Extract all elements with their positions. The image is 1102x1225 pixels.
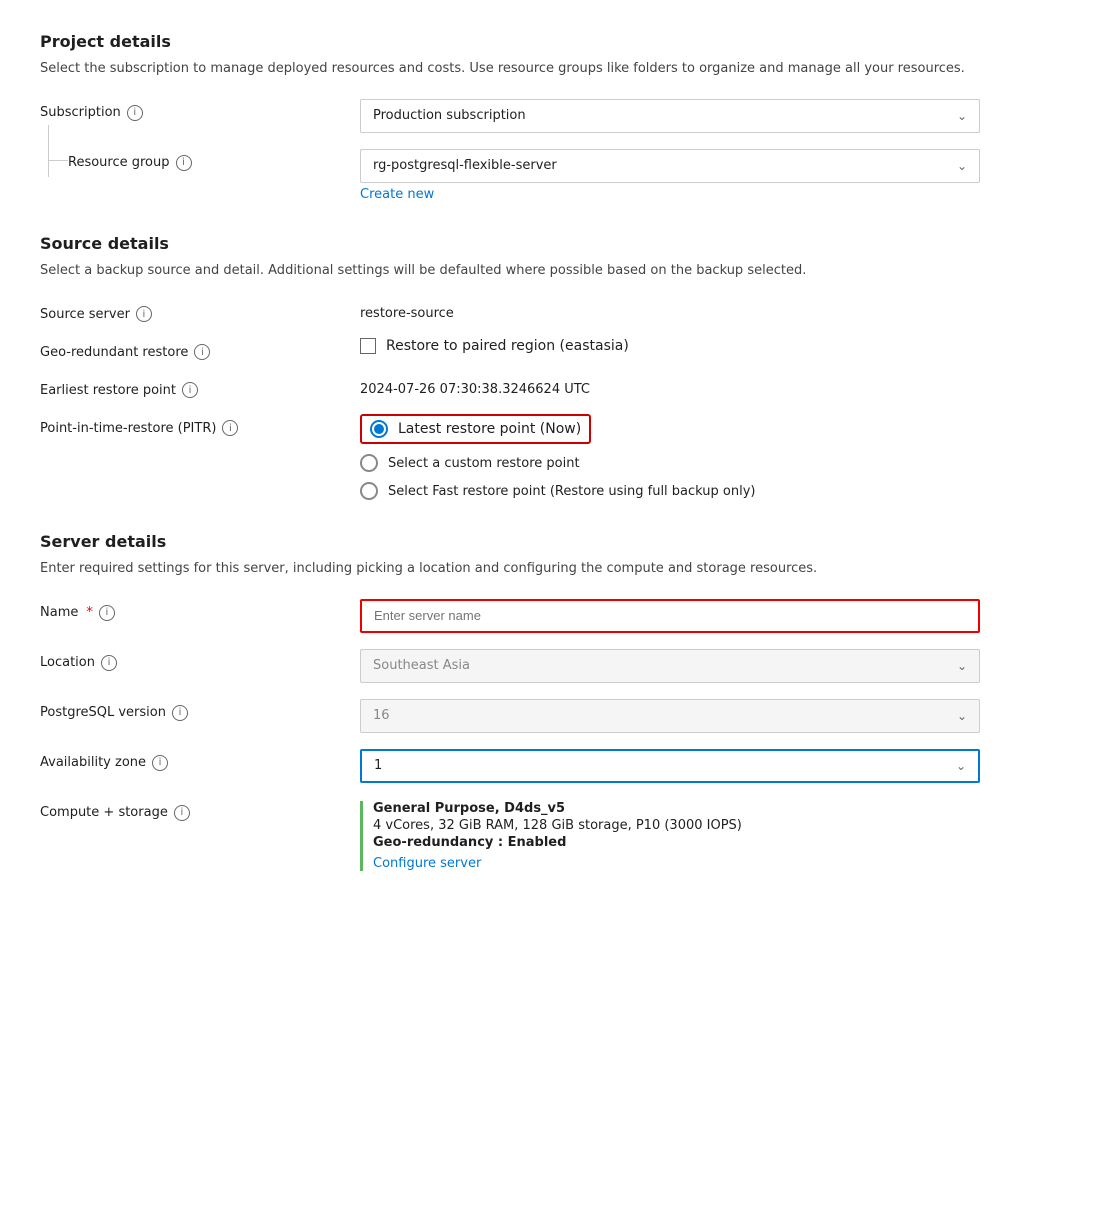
resource-group-chevron-icon: ⌄ <box>957 159 967 173</box>
compute-storage-label: Compute + storage i <box>40 799 360 821</box>
project-details-desc: Select the subscription to manage deploy… <box>40 59 1062 79</box>
availability-zone-row: Availability zone i 1 ⌄ <box>40 749 1062 783</box>
pitr-option-custom-label: Select a custom restore point <box>388 456 580 471</box>
geo-redundancy-value: Geo-redundancy : Enabled <box>373 835 566 850</box>
resource-group-row: Resource group i rg-postgresql-flexible-… <box>40 149 1062 202</box>
configure-server-link[interactable]: Configure server <box>373 856 481 871</box>
subscription-row: Subscription i Production subscription ⌄ <box>40 99 1062 133</box>
location-select-value: Southeast Asia <box>373 658 470 673</box>
subscription-select[interactable]: Production subscription ⌄ <box>360 99 980 133</box>
availability-zone-label: Availability zone i <box>40 749 360 771</box>
compute-storage-details: General Purpose, D4ds_v5 4 vCores, 32 Gi… <box>360 801 1062 871</box>
pitr-option-custom-radio[interactable] <box>360 454 378 472</box>
create-new-link[interactable]: Create new <box>360 187 434 202</box>
location-info-icon[interactable]: i <box>101 655 117 671</box>
server-details-title: Server details <box>40 532 1062 551</box>
compute-tier: General Purpose, D4ds_v5 <box>373 801 1062 816</box>
postgresql-version-row: PostgreSQL version i 16 ⌄ <box>40 699 1062 733</box>
compute-storage-info-icon[interactable]: i <box>174 805 190 821</box>
name-required-star: * <box>86 605 93 620</box>
earliest-restore-label: Earliest restore point i <box>40 376 360 398</box>
name-label: Name * i <box>40 599 360 621</box>
pitr-option-latest-radio-inner <box>374 424 384 434</box>
geo-redundant-checkbox-label: Restore to paired region (eastasia) <box>386 338 629 354</box>
source-server-control: restore-source <box>360 300 1062 321</box>
pitr-control: Latest restore point (Now) Select a cust… <box>360 414 1062 500</box>
name-row: Name * i <box>40 599 1062 633</box>
availability-zone-chevron-icon: ⌄ <box>956 759 966 773</box>
project-details-section: Project details Select the subscription … <box>40 32 1062 202</box>
postgresql-version-select-value: 16 <box>373 708 390 723</box>
pitr-label: Point-in-time-restore (PITR) i <box>40 414 360 436</box>
compute-storage-row: Compute + storage i General Purpose, D4d… <box>40 799 1062 871</box>
pitr-option-fast-label: Select Fast restore point (Restore using… <box>388 484 756 499</box>
geo-redundant-label: Geo-redundant restore i <box>40 338 360 360</box>
resource-group-select-value: rg-postgresql-flexible-server <box>373 158 557 173</box>
pitr-option-fast-radio[interactable] <box>360 482 378 500</box>
geo-redundant-control: Restore to paired region (eastasia) <box>360 338 1062 354</box>
server-details-desc: Enter required settings for this server,… <box>40 559 1062 579</box>
name-info-icon[interactable]: i <box>99 605 115 621</box>
name-input[interactable] <box>360 599 980 633</box>
compute-storage-control: General Purpose, D4ds_v5 4 vCores, 32 Gi… <box>360 799 1062 871</box>
resource-group-info-icon[interactable]: i <box>176 155 192 171</box>
compute-desc: 4 vCores, 32 GiB RAM, 128 GiB storage, P… <box>373 818 1062 833</box>
name-control <box>360 599 1062 633</box>
postgresql-version-select[interactable]: 16 ⌄ <box>360 699 980 733</box>
geo-redundant-row: Geo-redundant restore i Restore to paire… <box>40 338 1062 360</box>
source-server-label: Source server i <box>40 300 360 322</box>
earliest-restore-info-icon[interactable]: i <box>182 382 198 398</box>
postgresql-version-label: PostgreSQL version i <box>40 699 360 721</box>
earliest-restore-control: 2024-07-26 07:30:38.3246624 UTC <box>360 376 1062 397</box>
subscription-info-icon[interactable]: i <box>127 105 143 121</box>
geo-redundancy: Geo-redundancy : Enabled <box>373 835 1062 850</box>
availability-zone-info-icon[interactable]: i <box>152 755 168 771</box>
source-server-info-icon[interactable]: i <box>136 306 152 322</box>
postgresql-version-chevron-icon: ⌄ <box>957 709 967 723</box>
subscription-chevron-icon: ⌄ <box>957 109 967 123</box>
source-details-title: Source details <box>40 234 1062 253</box>
pitr-row: Point-in-time-restore (PITR) i Latest re… <box>40 414 1062 500</box>
subscription-label: Subscription i <box>40 99 360 121</box>
source-server-row: Source server i restore-source <box>40 300 1062 322</box>
pitr-radio-group: Latest restore point (Now) Select a cust… <box>360 414 1062 500</box>
availability-zone-select[interactable]: 1 ⌄ <box>360 749 980 783</box>
location-select[interactable]: Southeast Asia ⌄ <box>360 649 980 683</box>
source-details-section: Source details Select a backup source an… <box>40 234 1062 501</box>
resource-group-select[interactable]: rg-postgresql-flexible-server ⌄ <box>360 149 980 183</box>
postgresql-version-control: 16 ⌄ <box>360 699 1062 733</box>
pitr-option-custom-row[interactable]: Select a custom restore point <box>360 454 1062 472</box>
postgresql-version-info-icon[interactable]: i <box>172 705 188 721</box>
subscription-control: Production subscription ⌄ <box>360 99 1062 133</box>
pitr-option-latest-radio[interactable] <box>370 420 388 438</box>
earliest-restore-row: Earliest restore point i 2024-07-26 07:3… <box>40 376 1062 398</box>
location-control: Southeast Asia ⌄ <box>360 649 1062 683</box>
subscription-select-value: Production subscription <box>373 108 526 123</box>
server-details-section: Server details Enter required settings f… <box>40 532 1062 871</box>
geo-redundant-info-icon[interactable]: i <box>194 344 210 360</box>
geo-redundant-checkbox[interactable] <box>360 338 376 354</box>
source-server-value: restore-source <box>360 300 1062 321</box>
project-details-title: Project details <box>40 32 1062 51</box>
resource-group-label: Resource group i <box>40 149 360 171</box>
geo-redundant-checkbox-row: Restore to paired region (eastasia) <box>360 338 1062 354</box>
location-row: Location i Southeast Asia ⌄ <box>40 649 1062 683</box>
pitr-option-latest-label: Latest restore point (Now) <box>398 421 581 437</box>
pitr-option-latest-container[interactable]: Latest restore point (Now) <box>360 414 591 444</box>
pitr-option-fast-row[interactable]: Select Fast restore point (Restore using… <box>360 482 1062 500</box>
source-details-desc: Select a backup source and detail. Addit… <box>40 261 1062 281</box>
pitr-info-icon[interactable]: i <box>222 420 238 436</box>
location-chevron-icon: ⌄ <box>957 659 967 673</box>
availability-zone-control: 1 ⌄ <box>360 749 1062 783</box>
earliest-restore-value: 2024-07-26 07:30:38.3246624 UTC <box>360 376 1062 397</box>
compute-tier-value: General Purpose, D4ds_v5 <box>373 801 565 816</box>
resource-group-control: rg-postgresql-flexible-server ⌄ Create n… <box>360 149 1062 202</box>
location-label: Location i <box>40 649 360 671</box>
availability-zone-select-value: 1 <box>374 758 382 773</box>
